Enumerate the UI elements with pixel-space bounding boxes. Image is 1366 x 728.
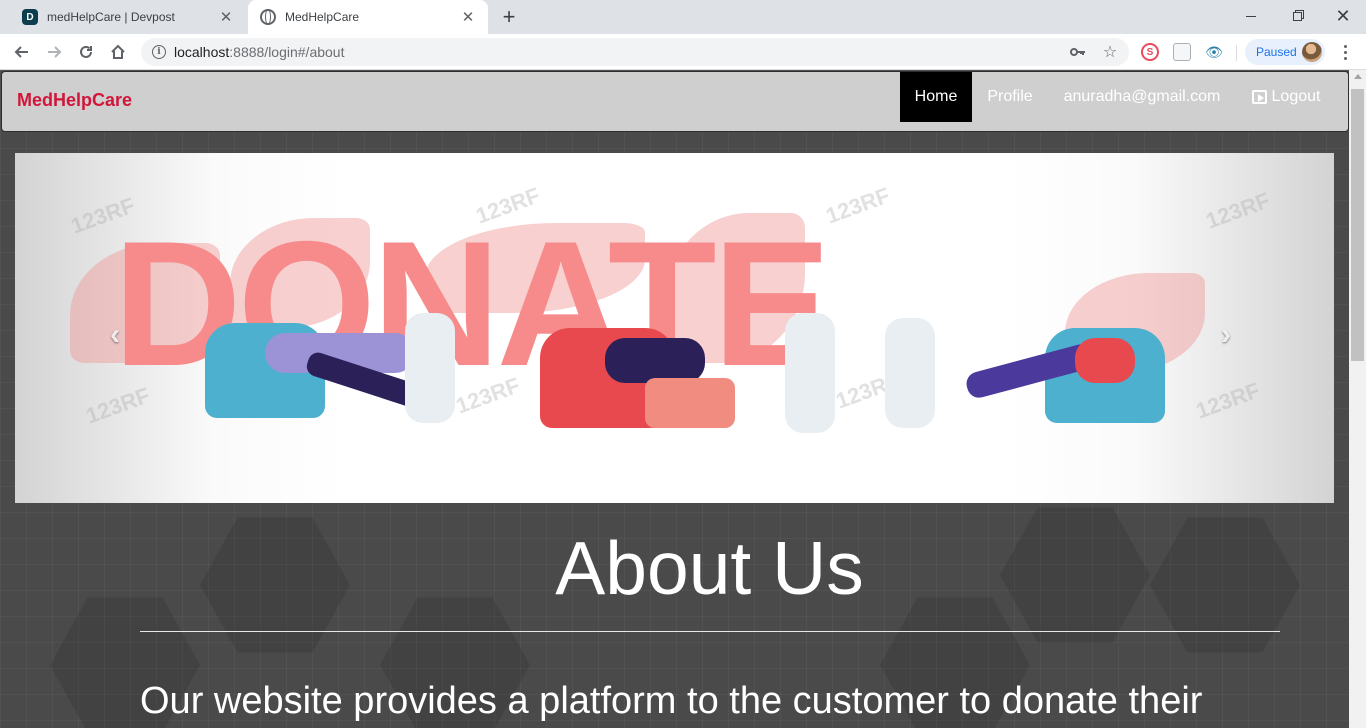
nurse-figure [405,313,455,423]
restore-button[interactable] [1274,2,1320,30]
about-description: Our website provides a platform to the c… [140,680,1203,722]
tab-title: medHelpCare | Devpost [47,10,175,24]
window-close-button[interactable]: ✕ [1320,2,1366,30]
carousel-next-button[interactable]: › [1221,318,1231,352]
watermark: 123RF [1192,377,1264,424]
browser-toolbar: i localhost:8888/login#/about ☆ S 👁 Paus… [0,34,1366,70]
back-button[interactable] [10,40,34,64]
browser-tab-medhelpcare[interactable]: MedHelpCare ✕ [248,0,488,34]
address-bar[interactable]: i localhost:8888/login#/about ☆ [141,38,1129,66]
nav-home[interactable]: Home [900,72,972,122]
nurse-figure [785,313,835,433]
forward-button[interactable] [42,40,66,64]
key-icon[interactable] [1069,43,1087,61]
extension-icon[interactable] [1173,43,1191,61]
close-icon[interactable]: ✕ [218,9,234,26]
donor-figure [645,378,735,428]
bookmark-star-icon[interactable]: ☆ [1101,43,1119,61]
minimize-button[interactable] [1228,2,1274,30]
toolbar-divider [1236,45,1237,61]
page-viewport: MedHelpCare Home Profile anuradha@gmail.… [0,70,1349,728]
nav-profile[interactable]: Profile [974,72,1046,122]
info-icon[interactable]: i [152,45,166,59]
logout-icon [1251,90,1267,104]
reload-button[interactable] [74,40,98,64]
browser-menu-icon[interactable] [1337,40,1353,64]
extension-icon[interactable]: S [1141,43,1159,61]
profile-status: Paused [1256,45,1297,59]
scroll-up-arrow[interactable] [1354,74,1362,79]
globe-icon [260,9,276,25]
logout-label: Logout [1271,88,1321,105]
browser-tab-devpost[interactable]: D medHelpCare | Devpost ✕ [8,0,246,34]
divider [140,631,1280,632]
site-navbar: MedHelpCare Home Profile anuradha@gmail.… [1,71,1349,132]
close-icon[interactable]: ✕ [460,9,476,26]
scrollbar[interactable] [1349,70,1366,728]
image-carousel: 123RF 123RF 123RF 123RF 123RF 123RF 123R… [15,153,1334,503]
nav-user-email[interactable]: anuradha@gmail.com [1052,72,1232,122]
browser-tabstrip: D medHelpCare | Devpost ✕ MedHelpCare ✕ … [0,0,1366,34]
new-tab-button[interactable]: + [498,4,520,29]
nav-logout[interactable]: Logout [1238,72,1334,122]
carousel-prev-button[interactable]: ‹ [110,318,120,352]
scroll-thumb[interactable] [1351,89,1364,361]
eye-icon[interactable]: 👁 [1205,43,1223,61]
url-text: localhost:8888/login#/about [174,44,345,60]
donor-figure [1075,338,1135,383]
donor-figure [605,338,705,383]
tab-title: MedHelpCare [285,10,360,24]
devpost-icon: D [22,9,38,25]
avatar [1302,42,1322,62]
watermark: 123RF [822,182,894,229]
page-title: About Us [555,526,864,610]
watermark: 123RF [1202,187,1274,234]
brand-logo[interactable]: MedHelpCare [17,90,132,111]
home-button[interactable] [106,40,130,64]
profile-button[interactable]: Paused [1245,39,1325,65]
nurse-figure [885,318,935,428]
